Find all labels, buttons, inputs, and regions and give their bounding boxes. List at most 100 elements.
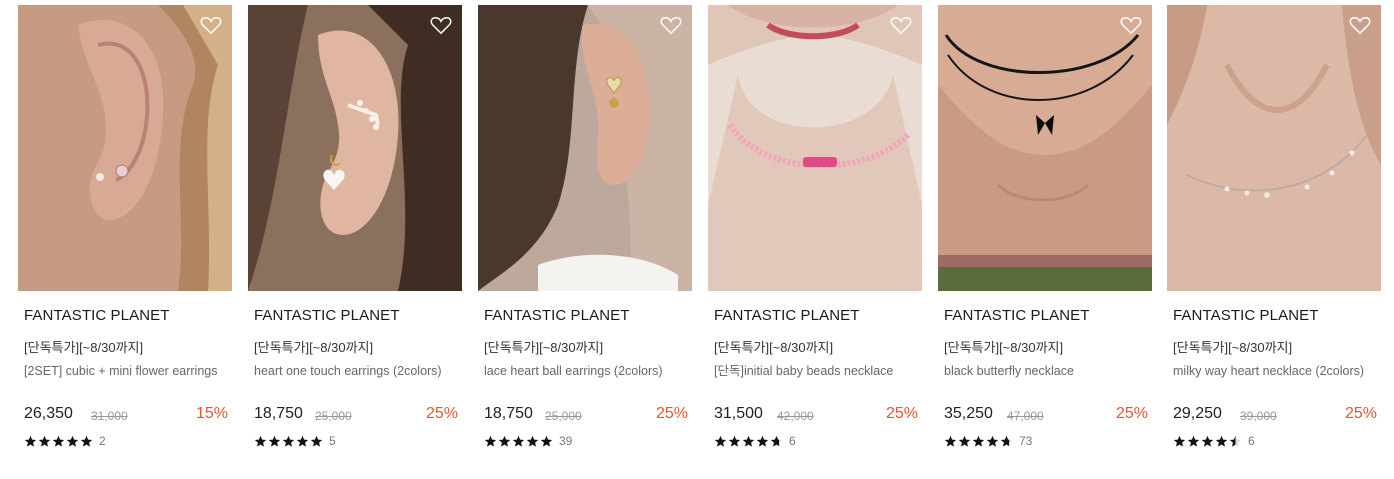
review-count: 5	[329, 434, 336, 448]
star-icon	[484, 435, 497, 447]
price-row: 18,750 25,000 25%	[484, 405, 688, 427]
star-rating	[944, 435, 1013, 448]
rating: 73	[944, 434, 1032, 448]
wishlist-heart-icon[interactable]	[890, 15, 912, 35]
sale-price: 29,250	[1173, 405, 1222, 422]
discount-rate: 25%	[655, 405, 688, 422]
ear-stud-earrings-photo	[18, 5, 232, 291]
star-icon	[512, 435, 525, 447]
star-icon	[268, 435, 281, 447]
review-count: 39	[559, 434, 573, 448]
wishlist-heart-icon[interactable]	[200, 15, 222, 35]
neck-butterfly-necklace-photo	[938, 5, 1152, 291]
product-name[interactable]: black butterfly necklace	[944, 363, 1144, 379]
promo-tag: [단독특가][~8/30까지]	[714, 340, 834, 355]
product-name[interactable]: [단독]initial baby beads necklace	[714, 363, 914, 379]
star-icon	[728, 435, 741, 447]
star-rating	[1173, 435, 1242, 448]
rating: 39	[484, 434, 572, 448]
star-icon	[972, 435, 985, 447]
price-row: 18,750 25,000 25%	[254, 405, 458, 427]
original-price: 42,000	[777, 409, 814, 423]
star-icon	[986, 435, 999, 447]
star-icon	[742, 435, 755, 447]
original-price: 31,000	[91, 409, 128, 423]
product-name[interactable]: milky way heart necklace (2colors)	[1173, 363, 1373, 379]
product-name[interactable]: [2SET] cubic + mini flower earrings	[24, 363, 224, 379]
promo-tag: [단독특가][~8/30까지]	[484, 340, 604, 355]
price-row: 31,500 42,000 25%	[714, 405, 918, 427]
brand-name[interactable]: FANTASTIC PLANET	[714, 307, 860, 324]
wishlist-heart-icon[interactable]	[660, 15, 682, 35]
sale-price: 18,750	[254, 405, 303, 422]
discount-rate: 25%	[1344, 405, 1377, 422]
star-icon	[282, 435, 295, 447]
promo-tag: [단독특가][~8/30까지]	[944, 340, 1064, 355]
promo-tag: [단독특가][~8/30까지]	[24, 340, 144, 355]
star-icon	[958, 435, 971, 447]
product-image[interactable]	[938, 5, 1152, 291]
product-image[interactable]	[248, 5, 462, 291]
review-count: 2	[99, 434, 106, 448]
star-icon	[944, 435, 957, 447]
sale-price: 18,750	[484, 405, 533, 422]
original-price: 25,000	[545, 409, 582, 423]
product-image[interactable]	[708, 5, 922, 291]
star-icon	[770, 435, 783, 447]
star-icon	[1187, 435, 1200, 447]
original-price: 25,000	[315, 409, 352, 423]
product-name[interactable]: lace heart ball earrings (2colors)	[484, 363, 684, 379]
star-icon	[310, 435, 323, 447]
product-image[interactable]	[1167, 5, 1381, 291]
promo-tag: [단독특가][~8/30까지]	[1173, 340, 1293, 355]
rating: 5	[254, 434, 336, 448]
rating: 2	[24, 434, 106, 448]
star-rating	[484, 435, 553, 448]
original-price: 39,000	[1240, 409, 1277, 423]
star-icon	[66, 435, 79, 447]
star-icon	[1215, 435, 1228, 447]
star-icon	[80, 435, 93, 447]
star-icon	[1229, 435, 1242, 447]
star-rating	[714, 435, 783, 448]
star-icon	[1173, 435, 1186, 447]
wishlist-heart-icon[interactable]	[1120, 15, 1142, 35]
rating: 6	[714, 434, 796, 448]
star-icon	[756, 435, 769, 447]
star-rating	[254, 435, 323, 448]
sale-price: 26,350	[24, 405, 73, 422]
product-name[interactable]: heart one touch earrings (2colors)	[254, 363, 454, 379]
star-icon	[526, 435, 539, 447]
brand-name[interactable]: FANTASTIC PLANET	[944, 307, 1090, 324]
product-grid: FANTASTIC PLANET [단독특가][~8/30까지] [2SET] …	[0, 0, 1394, 479]
star-icon	[24, 435, 37, 447]
star-icon	[714, 435, 727, 447]
wishlist-heart-icon[interactable]	[430, 15, 452, 35]
original-price: 47,000	[1007, 409, 1044, 423]
brand-name[interactable]: FANTASTIC PLANET	[1173, 307, 1319, 324]
brand-name[interactable]: FANTASTIC PLANET	[254, 307, 400, 324]
discount-rate: 15%	[195, 405, 228, 422]
discount-rate: 25%	[885, 405, 918, 422]
price-row: 35,250 47,000 25%	[944, 405, 1148, 427]
sale-price: 31,500	[714, 405, 763, 422]
star-icon	[1201, 435, 1214, 447]
product-image[interactable]	[18, 5, 232, 291]
discount-rate: 25%	[1115, 405, 1148, 422]
brand-name[interactable]: FANTASTIC PLANET	[484, 307, 630, 324]
ear-pearl-heart-earrings-photo	[248, 5, 462, 291]
review-count: 73	[1019, 434, 1033, 448]
wishlist-heart-icon[interactable]	[1349, 15, 1371, 35]
product-image[interactable]	[478, 5, 692, 291]
neck-beads-necklace-photo	[708, 5, 922, 291]
neck-milky-way-necklace-photo	[1167, 5, 1381, 291]
star-rating	[24, 435, 93, 448]
sale-price: 35,250	[944, 405, 993, 422]
rating: 6	[1173, 434, 1255, 448]
price-row: 29,250 39,000 25%	[1173, 405, 1377, 427]
star-icon	[1000, 435, 1013, 447]
brand-name[interactable]: FANTASTIC PLANET	[24, 307, 170, 324]
star-icon	[52, 435, 65, 447]
ear-lace-heart-earrings-photo	[478, 5, 692, 291]
review-count: 6	[1248, 434, 1255, 448]
